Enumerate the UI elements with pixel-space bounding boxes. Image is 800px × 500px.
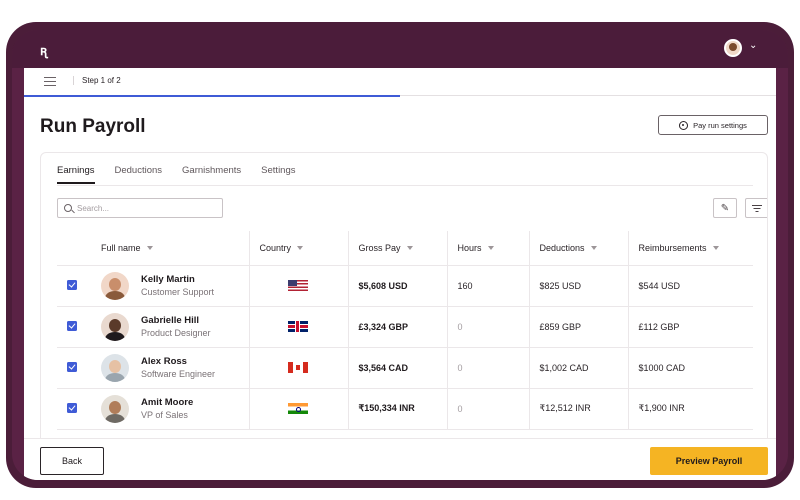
search-icon — [64, 204, 72, 212]
gross-pay-cell[interactable]: $3,564 CAD — [348, 347, 448, 389]
reimbursements-cell[interactable]: £112 GBP — [628, 306, 753, 348]
reimbursements-cell[interactable]: ₹1,900 INR — [628, 388, 753, 430]
filter-button[interactable] — [745, 198, 767, 218]
footer-bar: Back Preview Payroll — [24, 438, 776, 480]
pay-run-settings-button[interactable]: Pay run settings — [658, 115, 768, 135]
employee-name: Amit Moore — [141, 396, 194, 408]
gear-icon — [679, 120, 689, 130]
column-header-hours[interactable]: Hours — [447, 231, 530, 266]
sort-caret-icon — [406, 246, 413, 251]
deductions-cell[interactable]: ₹12,512 INR — [529, 388, 629, 430]
page-title: Run Payroll — [40, 116, 146, 137]
tab-settings[interactable]: Settings — [261, 165, 295, 184]
sort-caret-icon — [590, 246, 597, 251]
tab-earnings[interactable]: Earnings — [57, 165, 95, 184]
pencil-icon: ✎ — [720, 202, 730, 214]
us-flag-icon — [287, 280, 308, 291]
avatar — [101, 394, 129, 423]
top-navbar: ꭆ ⌄ — [12, 30, 788, 68]
employee-name: Alex Ross — [141, 355, 187, 367]
column-header-deductions[interactable]: Deductions — [529, 231, 629, 266]
employee-role: Customer Support — [141, 286, 215, 297]
avatar — [101, 271, 129, 300]
hours-cell[interactable]: 0 — [447, 347, 530, 389]
chevron-down-icon[interactable]: ⌄ — [749, 40, 757, 51]
avatar — [101, 312, 129, 341]
main-screen: Step 1 of 2 Run Payroll Pay run settings… — [24, 68, 776, 480]
row-checkbox[interactable] — [67, 320, 77, 331]
payroll-table: Full name Country Gross Pay Hours Deduct… — [57, 231, 753, 430]
user-avatar[interactable] — [724, 39, 742, 57]
gross-pay-cell[interactable]: $5,608 USD — [348, 265, 448, 307]
deductions-cell[interactable]: £859 GBP — [529, 306, 629, 348]
reimbursements-cell[interactable]: $1000 CAD — [628, 347, 753, 389]
search-box[interactable] — [57, 198, 223, 218]
preview-payroll-button[interactable]: Preview Payroll — [650, 447, 768, 475]
employee-role: Software Engineer — [141, 368, 216, 379]
sort-caret-icon — [297, 246, 304, 251]
employee-role: Product Designer — [141, 327, 211, 338]
table-row[interactable]: Gabrielle Hill Product Designer £3,324 GB… — [57, 306, 753, 348]
step-progress-bar — [24, 95, 400, 97]
tab-bar: Earnings Deductions Garnishments Setting… — [57, 165, 296, 184]
select-column-header — [57, 231, 91, 266]
employee-role: VP of Sales — [141, 409, 188, 420]
column-header-gross-pay[interactable]: Gross Pay — [348, 231, 448, 266]
row-checkbox[interactable] — [67, 402, 77, 413]
gross-pay-cell[interactable]: £3,324 GBP — [348, 306, 448, 348]
column-header-full-name[interactable]: Full name — [91, 231, 250, 266]
deductions-cell[interactable]: $825 USD — [529, 265, 629, 307]
step-bar: Step 1 of 2 — [24, 68, 776, 97]
menu-icon[interactable] — [44, 77, 56, 86]
employee-name: Kelly Martin — [141, 273, 195, 285]
app-window: ꭆ ⌄ Step 1 of 2 Run Payroll Pay run sett… — [12, 30, 788, 480]
deductions-cell[interactable]: $1,002 CAD — [529, 347, 629, 389]
column-header-country[interactable]: Country — [249, 231, 349, 266]
india-flag-icon — [287, 403, 308, 414]
hours-cell[interactable]: 0 — [447, 306, 530, 348]
hours-cell[interactable]: 0 — [447, 388, 530, 430]
table-header-row: Full name Country Gross Pay Hours Deduct… — [57, 231, 753, 266]
gross-pay-cell[interactable]: ₹150,334 INR — [348, 388, 448, 430]
filter-icon — [752, 204, 762, 212]
table-row[interactable]: Kelly Martin Customer Support $5,608 USD … — [57, 265, 753, 307]
device-frame: ꭆ ⌄ Step 1 of 2 Run Payroll Pay run sett… — [6, 22, 794, 488]
employee-name: Gabrielle Hill — [141, 314, 200, 326]
uk-flag-icon — [287, 321, 308, 332]
table-row[interactable]: Alex Ross Software Engineer $3,564 CAD 0 … — [57, 347, 753, 389]
row-checkbox[interactable] — [67, 279, 77, 290]
canada-flag-icon — [287, 362, 308, 373]
table-row[interactable]: Amit Moore VP of Sales ₹150,334 INR 0 ₹12… — [57, 388, 753, 430]
pay-run-settings-label: Pay run settings — [693, 120, 747, 130]
edit-button[interactable]: ✎ — [713, 198, 737, 218]
reimbursements-cell[interactable]: $544 USD — [628, 265, 753, 307]
app-logo[interactable]: ꭆ — [40, 41, 47, 59]
payroll-card: Earnings Deductions Garnishments Setting… — [40, 152, 768, 480]
column-header-reimbursements[interactable]: Reimbursements — [628, 231, 753, 266]
hours-cell[interactable]: 160 — [447, 265, 530, 307]
search-input[interactable] — [77, 203, 217, 213]
tab-divider — [57, 185, 753, 186]
avatar — [101, 353, 129, 382]
sort-caret-icon — [146, 246, 153, 251]
row-checkbox[interactable] — [67, 361, 77, 372]
sort-caret-icon — [487, 246, 494, 251]
step-label: Step 1 of 2 — [73, 76, 121, 85]
tab-garnishments[interactable]: Garnishments — [182, 165, 241, 184]
sort-caret-icon — [712, 246, 719, 251]
back-button[interactable]: Back — [40, 447, 104, 475]
tab-deductions[interactable]: Deductions — [115, 165, 163, 184]
